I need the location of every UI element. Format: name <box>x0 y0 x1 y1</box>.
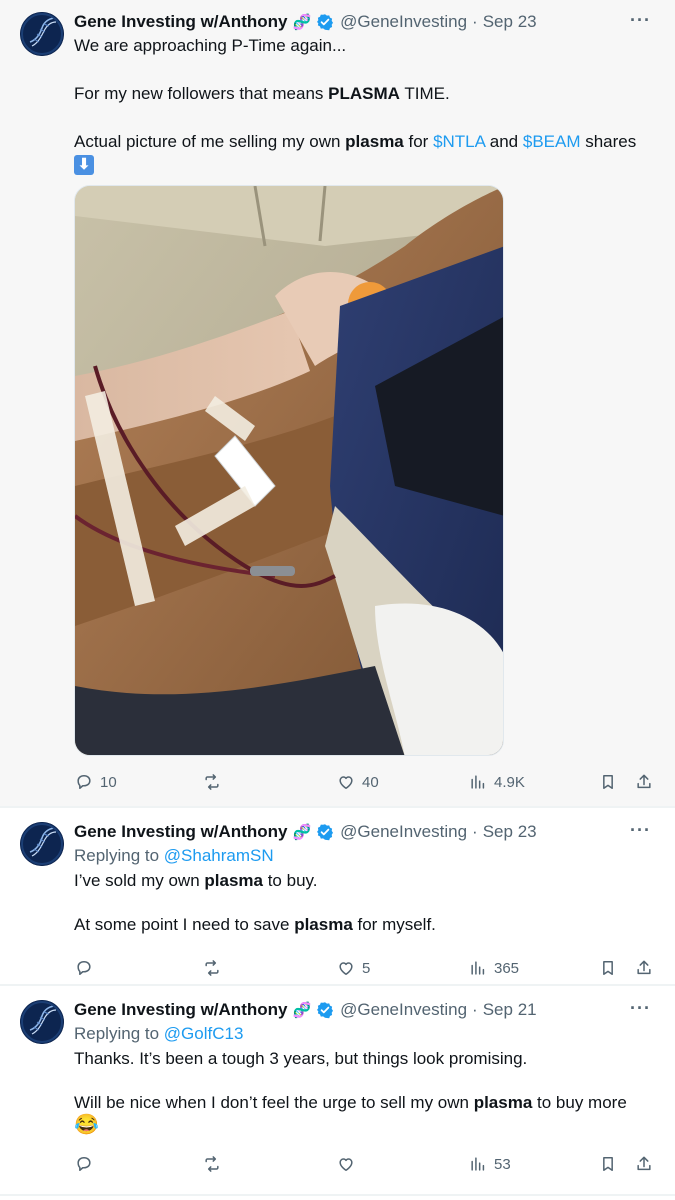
reply-count: 10 <box>100 773 117 791</box>
views-button[interactable]: 365 <box>468 958 519 978</box>
like-count: 40 <box>362 773 379 791</box>
bookmark-button[interactable] <box>598 772 618 792</box>
view-count: 365 <box>494 959 520 977</box>
replying-to: Replying to @ShahramSN <box>74 846 274 865</box>
laughing-emoji: 😂 <box>74 1114 99 1136</box>
reply-button[interactable] <box>74 958 94 978</box>
more-icon[interactable]: ··· <box>630 820 651 841</box>
tweet-header: Gene Investing w/Anthony 🧬 @GeneInvestin… <box>74 808 657 844</box>
verified-badge-icon <box>316 13 335 31</box>
view-count: 53 <box>494 1155 511 1173</box>
feed: Gene Investing w/Anthony 🧬 @GeneInvestin… <box>0 0 675 1196</box>
views-icon <box>471 775 485 789</box>
views-button[interactable]: 53 <box>468 1154 511 1174</box>
text-line: At some point I need to save plasma for … <box>74 915 436 934</box>
reply-icon <box>77 1157 91 1171</box>
bookmark-icon <box>603 961 613 975</box>
text-line: We are approaching P-Time again... <box>74 36 347 55</box>
action-bar: 53 <box>74 1152 657 1176</box>
bookmark-button[interactable] <box>598 958 618 978</box>
action-bar: 5 365 <box>74 956 657 980</box>
retweet-icon <box>205 1156 219 1172</box>
tweet-text: I’ve sold my own plasma to buy. At some … <box>74 870 657 936</box>
like-button[interactable]: 5 <box>336 958 370 978</box>
author-handle[interactable]: @GeneInvesting <box>340 822 467 842</box>
retweet-button[interactable] <box>202 772 222 792</box>
bookmark-icon <box>603 775 613 789</box>
text-line: Will be nice when I don’t feel the urge … <box>74 1093 627 1112</box>
mention-link[interactable]: @GolfC13 <box>164 1024 244 1043</box>
more-icon[interactable]: ··· <box>630 10 651 31</box>
text-line: Thanks. It’s been a tough 3 years, but t… <box>74 1049 528 1068</box>
views-button[interactable]: 4.9K <box>468 772 525 792</box>
like-count: 5 <box>362 959 371 977</box>
replying-to: Replying to @GolfC13 <box>74 1024 244 1043</box>
avatar[interactable] <box>20 822 64 866</box>
retweet-button[interactable] <box>202 1154 222 1174</box>
retweet-button[interactable] <box>202 958 222 978</box>
tweet-date[interactable]: Sep 23 <box>483 822 537 842</box>
text-line: 😂 <box>74 1114 657 1137</box>
heart-icon <box>339 1158 353 1171</box>
share-icon <box>637 1156 651 1171</box>
heart-icon <box>339 776 353 789</box>
separator-dot: · <box>472 1000 478 1019</box>
retweet-icon <box>205 774 219 790</box>
view-count: 4.9K <box>494 773 525 791</box>
reply-icon <box>77 961 91 975</box>
mention-link[interactable]: @ShahramSN <box>164 846 274 865</box>
heart-icon <box>339 962 353 975</box>
author-handle[interactable]: @GeneInvesting <box>340 1000 467 1020</box>
separator-dot: · <box>472 822 478 841</box>
tweet-date[interactable]: Sep 23 <box>483 12 537 32</box>
views-icon <box>471 961 485 975</box>
tweet[interactable]: Gene Investing w/Anthony 🧬 @GeneInvestin… <box>0 806 675 986</box>
retweet-icon <box>205 960 219 976</box>
author-name[interactable]: Gene Investing w/Anthony <box>74 1000 287 1020</box>
tweet[interactable]: Gene Investing w/Anthony 🧬 @GeneInvestin… <box>0 0 675 806</box>
text-line: I’ve sold my own plasma to buy. <box>74 871 318 890</box>
text-line: Actual picture of me selling my own plas… <box>74 132 637 151</box>
tweet[interactable]: Gene Investing w/Anthony 🧬 @GeneInvestin… <box>0 986 675 1196</box>
share-icon <box>637 960 651 975</box>
verified-badge-icon <box>316 823 335 841</box>
avatar[interactable] <box>20 12 64 56</box>
bookmark-button[interactable] <box>598 1154 618 1174</box>
author-name[interactable]: Gene Investing w/Anthony <box>74 12 287 32</box>
tweet-header: Gene Investing w/Anthony 🧬 @GeneInvestin… <box>74 0 657 34</box>
tweet-text: We are approaching P-Time again... For m… <box>74 35 657 175</box>
views-icon <box>471 1157 485 1171</box>
reply-button[interactable] <box>74 1154 94 1174</box>
share-button[interactable] <box>634 1154 654 1174</box>
cashtag-link[interactable]: $NTLA <box>433 132 485 151</box>
tweet-text: Thanks. It’s been a tough 3 years, but t… <box>74 1048 657 1137</box>
share-button[interactable] <box>634 772 654 792</box>
dna-emoji-icon: 🧬 <box>292 824 312 841</box>
text-line: ⬇ <box>74 153 657 175</box>
tweet-date[interactable]: Sep 21 <box>483 1000 537 1020</box>
verified-badge-icon <box>316 1001 335 1019</box>
bookmark-icon <box>603 1157 613 1171</box>
like-button[interactable] <box>336 1154 356 1174</box>
action-bar: 10 40 4.9K <box>74 770 657 794</box>
cashtag-link[interactable]: $BEAM <box>523 132 581 151</box>
author-name[interactable]: Gene Investing w/Anthony <box>74 822 287 842</box>
tweet-header: Gene Investing w/Anthony 🧬 @GeneInvestin… <box>74 986 657 1022</box>
separator-dot: · <box>472 12 478 31</box>
share-icon <box>637 774 651 789</box>
share-button[interactable] <box>634 958 654 978</box>
author-handle[interactable]: @GeneInvesting <box>340 12 467 32</box>
text-line: For my new followers that means PLASMA T… <box>74 84 450 103</box>
dna-emoji-icon: 🧬 <box>292 1002 312 1019</box>
dna-emoji-icon: 🧬 <box>292 14 312 31</box>
reply-button[interactable]: 10 <box>74 772 117 792</box>
tweet-photo[interactable] <box>74 185 504 756</box>
reply-icon <box>77 775 91 789</box>
avatar[interactable] <box>20 1000 64 1044</box>
more-icon[interactable]: ··· <box>630 998 651 1019</box>
down-arrow-emoji: ⬇ <box>74 155 94 175</box>
like-button[interactable]: 40 <box>336 772 379 792</box>
